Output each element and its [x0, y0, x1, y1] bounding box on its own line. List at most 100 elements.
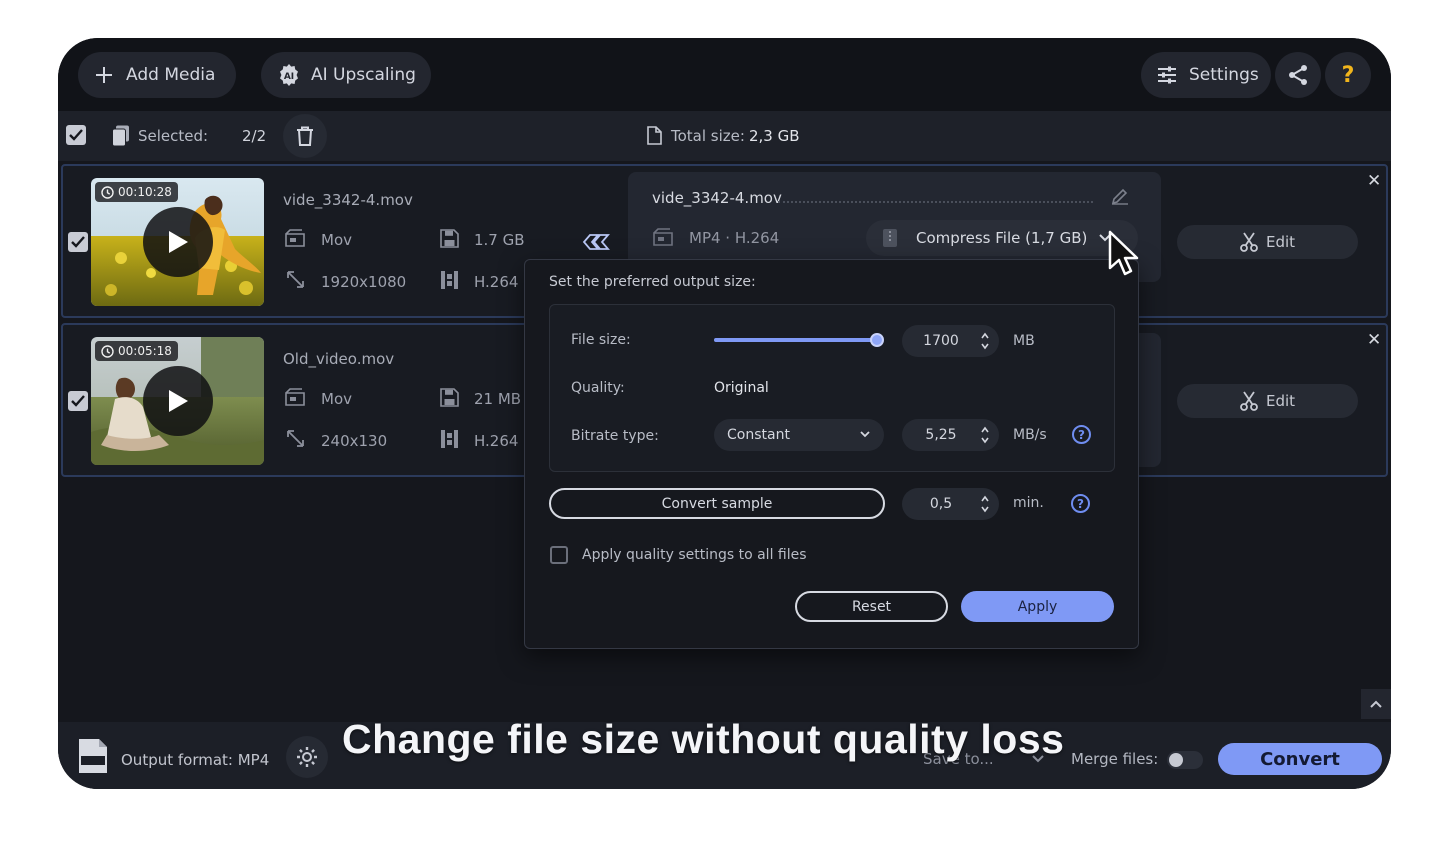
check-icon — [71, 236, 85, 248]
disk-icon — [440, 388, 459, 407]
check-icon — [71, 395, 85, 407]
file-checkbox[interactable] — [68, 232, 88, 252]
check-icon — [69, 129, 83, 141]
name-dotted-line — [778, 201, 1093, 203]
edit-label: Edit — [1265, 392, 1296, 410]
merge-files-toggle[interactable] — [1167, 751, 1203, 769]
compress-file-dropdown[interactable]: Compress File (1,7 GB) — [866, 220, 1138, 256]
quality-label: Quality: — [571, 380, 625, 396]
convert-arrows-icon — [582, 234, 610, 250]
apply-button[interactable]: Apply — [961, 591, 1114, 622]
question-icon: ? — [1341, 62, 1355, 88]
sample-length-unit: min. — [1013, 495, 1044, 511]
svg-text:AI: AI — [284, 72, 294, 82]
apply-label: Apply — [1017, 598, 1058, 615]
apply-all-checkbox[interactable] — [550, 546, 568, 564]
edit-label: Edit — [1265, 233, 1296, 251]
select-all-checkbox[interactable] — [66, 125, 86, 145]
toggle-knob — [1169, 753, 1183, 767]
sliders-icon — [1158, 66, 1176, 84]
scissors-icon — [1240, 391, 1258, 411]
video-thumbnail[interactable]: 00:05:18 — [91, 337, 264, 465]
scroll-top-button[interactable] — [1361, 689, 1391, 719]
file-size-stepper[interactable]: 1700 — [902, 325, 999, 357]
edit-button[interactable]: Edit — [1177, 384, 1358, 418]
file-checkbox[interactable] — [68, 391, 88, 411]
duration-badge: 00:05:18 — [95, 341, 178, 361]
file-size: 21 MB — [474, 390, 522, 408]
bitrate-value: 5,25 — [925, 427, 957, 443]
share-button[interactable] — [1275, 52, 1321, 98]
ai-upscaling-label: AI Upscaling — [311, 65, 416, 85]
container-icon — [285, 388, 305, 406]
pencil-icon[interactable] — [1111, 187, 1129, 205]
output-format-label[interactable]: Output format: MP4 — [121, 751, 269, 769]
output-settings-button[interactable] — [286, 736, 328, 778]
bitrate-stepper[interactable]: 5,25 — [902, 419, 999, 451]
output-format: MP4 · H.264 — [689, 229, 780, 247]
zip-file-icon — [883, 229, 897, 247]
slider-fill — [714, 338, 877, 342]
file-size-label: File size: — [571, 332, 631, 348]
play-button[interactable] — [143, 207, 213, 277]
file-size-slider[interactable] — [714, 332, 884, 348]
stepper-arrows-icon[interactable] — [980, 331, 990, 351]
delete-button[interactable] — [283, 114, 327, 158]
bitrate-type-select[interactable]: Constant — [714, 419, 884, 451]
output-size-popup: Set the preferred output size: File size… — [524, 259, 1139, 649]
convert-label: Convert — [1260, 748, 1340, 770]
help-button[interactable]: ? — [1325, 52, 1371, 98]
reset-label: Reset — [851, 598, 892, 615]
codec-icon — [441, 430, 458, 448]
disk-icon — [440, 229, 459, 248]
trash-icon — [297, 126, 313, 146]
file-name: Old_video.mov — [283, 350, 395, 368]
resolution-icon — [287, 430, 304, 447]
add-media-button[interactable]: Add Media — [78, 52, 236, 98]
bitrate-help-icon[interactable]: ? — [1072, 425, 1091, 444]
settings-button[interactable]: Settings — [1141, 52, 1271, 98]
sample-length-stepper[interactable]: 0,5 — [902, 488, 999, 520]
ai-upscaling-button[interactable]: AI AI Upscaling — [261, 52, 431, 98]
stepper-arrows-icon[interactable] — [980, 494, 990, 514]
edit-button[interactable]: Edit — [1177, 225, 1358, 259]
top-toolbar: Add Media AI AI Upscaling Settings ? — [58, 38, 1391, 111]
file-resolution: 1920x1080 — [321, 273, 407, 291]
remove-file-button[interactable]: ✕ — [1367, 171, 1381, 191]
clock-icon — [101, 344, 114, 358]
slider-thumb[interactable] — [870, 333, 884, 347]
play-icon — [169, 390, 188, 412]
sample-length-value: 0,5 — [929, 496, 953, 512]
sample-help-icon[interactable]: ? — [1071, 494, 1090, 513]
popup-title: Set the preferred output size: — [549, 274, 756, 290]
plus-icon — [96, 67, 112, 83]
compress-file-label: Compress File (1,7 GB) — [916, 229, 1088, 247]
size-settings-panel: File size: 1700 MB Quality: Original Bit… — [549, 304, 1115, 472]
selected-count: 2/2 — [242, 127, 267, 145]
reset-button[interactable]: Reset — [795, 591, 948, 622]
total-size-value: 2,3 GB — [749, 127, 800, 145]
mouse-cursor-icon — [1108, 230, 1139, 276]
duration-text: 00:05:18 — [118, 344, 172, 358]
convert-button[interactable]: Convert — [1218, 743, 1382, 775]
bitrate-type-value: Constant — [727, 427, 790, 443]
merge-files-label: Merge files: — [1071, 750, 1159, 768]
selected-label: Selected: — [138, 127, 209, 145]
remove-file-button[interactable]: ✕ — [1367, 330, 1381, 350]
file-size-value: 1700 — [923, 333, 959, 349]
video-thumbnail[interactable]: 00:10:28 — [91, 178, 264, 306]
convert-sample-button[interactable]: Convert sample — [549, 488, 885, 519]
container-icon — [285, 229, 305, 247]
duration-badge: 00:10:28 — [95, 182, 178, 202]
quality-value: Original — [714, 380, 769, 396]
resolution-icon — [287, 271, 304, 288]
stepper-arrows-icon[interactable] — [980, 425, 990, 445]
settings-label: Settings — [1189, 65, 1259, 85]
clock-icon — [101, 185, 114, 199]
play-button[interactable] — [143, 366, 213, 436]
selection-bar: Selected: 2/2 Total size: 2,3 GB — [58, 111, 1391, 161]
gear-icon — [297, 747, 317, 767]
caption-overlay: Change file size without quality loss — [342, 716, 1065, 762]
app-window: Add Media AI AI Upscaling Settings ? Sel… — [58, 38, 1391, 789]
chevron-down-icon — [860, 431, 870, 438]
